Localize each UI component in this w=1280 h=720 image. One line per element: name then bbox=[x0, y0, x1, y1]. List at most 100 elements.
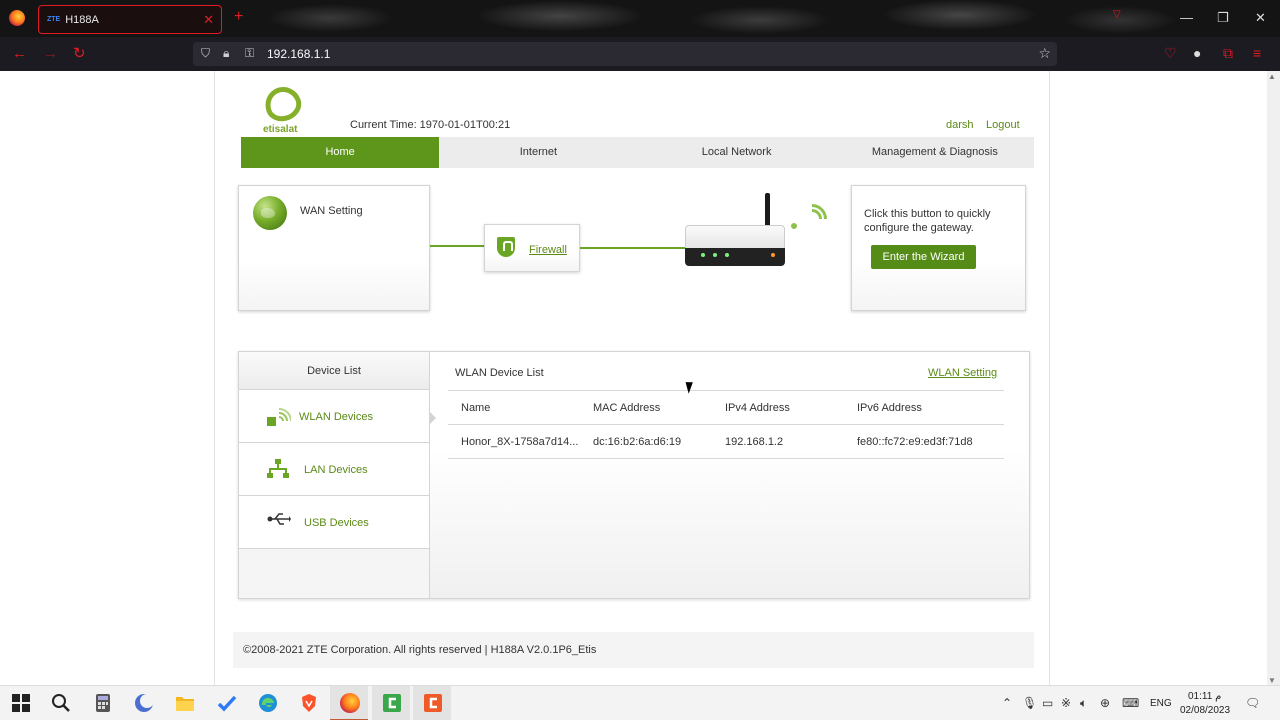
sidebar-item-label: USB Devices bbox=[304, 517, 369, 529]
microphone-icon[interactable]: 🎙︎ bbox=[1022, 696, 1037, 710]
notifications-icon[interactable]: 🗨︎ bbox=[1245, 696, 1260, 710]
logo-text: etisalat bbox=[263, 124, 298, 135]
wlan-setting-link[interactable]: WLAN Setting bbox=[928, 367, 997, 379]
back-icon[interactable]: ← bbox=[12, 45, 27, 62]
globe-icon bbox=[253, 196, 287, 230]
minimize-icon[interactable]: — bbox=[1180, 10, 1193, 25]
firewall-shield-icon bbox=[497, 237, 515, 257]
wlan-device-table: Name MAC Address IPv4 Address IPv6 Addre… bbox=[448, 390, 1004, 459]
battery-icon[interactable]: ▭ bbox=[1042, 696, 1053, 710]
browser-tab[interactable]: ZTE H188A ✕ bbox=[38, 5, 222, 34]
file-explorer-icon[interactable] bbox=[175, 693, 195, 713]
router-front bbox=[685, 248, 785, 266]
volume-icon[interactable]: 🔈︎ bbox=[1080, 696, 1087, 711]
device-list-header: Device List bbox=[239, 352, 429, 390]
todo-icon[interactable] bbox=[217, 693, 237, 713]
menu-icon[interactable]: ≡ bbox=[1253, 45, 1261, 61]
reload-icon[interactable]: ↻ bbox=[73, 45, 86, 62]
device-ipv4: 192.168.1.2 bbox=[725, 436, 784, 448]
menu-management-diagnosis[interactable]: Management & Diagnosis bbox=[836, 137, 1034, 168]
firefox-icon[interactable] bbox=[9, 10, 25, 26]
brave-icon[interactable] bbox=[299, 693, 319, 713]
restore-icon[interactable]: ❐ bbox=[1217, 10, 1229, 26]
sidebar-item-wlan-devices[interactable]: WLAN Devices bbox=[239, 390, 429, 443]
sidebar-item-label: LAN Devices bbox=[304, 464, 368, 476]
wan-setting-card[interactable]: WAN Setting bbox=[238, 185, 430, 311]
network-tree-icon bbox=[267, 459, 289, 482]
main-menu: Home Internet Local Network Management &… bbox=[241, 137, 1034, 168]
calculator-icon[interactable] bbox=[93, 693, 113, 713]
wan-setting-label: WAN Setting bbox=[300, 205, 363, 217]
column-header: MAC Address bbox=[593, 402, 661, 414]
enter-wizard-button[interactable]: Enter the Wizard bbox=[871, 245, 976, 269]
column-header: IPv6 Address bbox=[857, 402, 922, 414]
list-all-tabs-icon[interactable]: ▽ bbox=[1113, 9, 1121, 20]
router-page: etisalat Current Time: 1970-01-01T00:21 … bbox=[214, 71, 1050, 685]
menu-local-network[interactable]: Local Network bbox=[638, 137, 836, 168]
ime-icon[interactable]: ※ bbox=[1061, 696, 1071, 710]
usb-icon bbox=[267, 512, 291, 529]
wizard-description: Click this button to quickly configure t… bbox=[864, 208, 991, 234]
camtasia-orange-icon[interactable] bbox=[423, 693, 443, 713]
selected-pointer bbox=[430, 412, 436, 424]
connection-line bbox=[430, 245, 484, 247]
menu-internet[interactable]: Internet bbox=[439, 137, 637, 168]
camtasia-green-icon[interactable] bbox=[382, 693, 402, 713]
column-header: IPv4 Address bbox=[725, 402, 790, 414]
windows-start-icon[interactable] bbox=[11, 693, 31, 713]
new-tab-icon[interactable]: + bbox=[234, 8, 243, 26]
device-ipv6: fe80::fc72:e9:ed3f:71d8 bbox=[857, 436, 973, 448]
wizard-card: Click this button to quickly configure t… bbox=[851, 185, 1026, 311]
clock-date[interactable]: 02/08/2023 bbox=[1180, 705, 1230, 716]
extensions-icon[interactable]: ⧉ bbox=[1223, 45, 1233, 62]
show-hidden-icons-icon[interactable]: ⌃ bbox=[1002, 696, 1012, 710]
scroll-down-icon[interactable]: ▼ bbox=[1268, 676, 1276, 685]
firefox-taskbar-icon[interactable] bbox=[340, 693, 360, 713]
tab-close-icon[interactable]: ✕ bbox=[203, 12, 214, 28]
url-text[interactable]: 192.168.1.1 bbox=[267, 47, 330, 61]
wlan-device-list-title: WLAN Device List bbox=[455, 367, 544, 379]
scroll-up-icon[interactable]: ▲ bbox=[1268, 72, 1276, 81]
dark-reader-icon[interactable] bbox=[134, 693, 154, 713]
connection-line bbox=[580, 247, 688, 249]
browser-tab-bar: ZTE H188A ✕ + ▽ — ❐ ✕ bbox=[0, 0, 1280, 37]
username-link[interactable]: darsh bbox=[946, 119, 974, 131]
sidebar-item-label: WLAN Devices bbox=[299, 411, 373, 423]
clock-time[interactable]: 01:11 م bbox=[1188, 691, 1221, 702]
page-footer: ©2008-2021 ZTE Corporation. All rights r… bbox=[233, 632, 1034, 668]
wifi-signal-icon bbox=[267, 406, 292, 431]
sidebar-item-lan-devices[interactable]: LAN Devices bbox=[239, 443, 429, 496]
address-bar[interactable]: ⛉ 🔒︎ ⚿ 192.168.1.1 ☆ bbox=[193, 42, 1057, 66]
led bbox=[701, 253, 705, 257]
account-icon[interactable]: ● bbox=[1193, 45, 1201, 61]
language-indicator[interactable]: ENG bbox=[1150, 698, 1172, 709]
device-list-sidebar: Device List WLAN Devices LAN Devices USB… bbox=[239, 352, 430, 598]
menu-home[interactable]: Home bbox=[241, 137, 440, 168]
key-icon[interactable]: ⚿ bbox=[245, 46, 254, 61]
windows-taskbar: ⌃ 🎙︎ ▭ ※ 🔈︎ ⊕ ⌨ ENG 01:11 م 02/08/2023 🗨… bbox=[0, 685, 1280, 720]
edge-icon[interactable] bbox=[258, 693, 278, 713]
network-globe-icon[interactable]: ⊕ bbox=[1100, 696, 1110, 710]
pocket-icon[interactable]: ♡ bbox=[1164, 45, 1177, 62]
logout-link[interactable]: Logout bbox=[986, 119, 1020, 131]
copyright-text: ©2008-2021 ZTE Corporation. All rights r… bbox=[243, 644, 597, 656]
keyboard-icon[interactable]: ⌨ bbox=[1122, 696, 1139, 710]
etisalat-logo-icon bbox=[260, 81, 306, 127]
firewall-link[interactable]: Firewall bbox=[529, 244, 567, 256]
search-icon[interactable] bbox=[51, 693, 71, 713]
antenna bbox=[765, 193, 770, 227]
led bbox=[771, 253, 775, 257]
device-mac: dc:16:b2:6a:d6:19 bbox=[593, 436, 682, 448]
lock-icon[interactable]: 🔒︎ bbox=[223, 46, 229, 61]
firewall-card[interactable]: Firewall bbox=[484, 224, 580, 272]
zte-favicon-icon: ZTE bbox=[47, 16, 61, 23]
device-panel: Device List WLAN Devices LAN Devices USB… bbox=[238, 351, 1030, 599]
close-window-icon[interactable]: ✕ bbox=[1255, 10, 1266, 26]
sidebar-item-usb-devices[interactable]: USB Devices bbox=[239, 496, 429, 549]
forward-icon[interactable]: → bbox=[43, 45, 58, 62]
bookmark-star-icon[interactable]: ☆ bbox=[1038, 45, 1051, 62]
table-header-row: Name MAC Address IPv4 Address IPv6 Addre… bbox=[448, 391, 1004, 425]
shield-icon[interactable]: ⛉ bbox=[201, 46, 210, 61]
vertical-scrollbar[interactable] bbox=[1267, 71, 1280, 685]
column-header: Name bbox=[461, 402, 491, 414]
